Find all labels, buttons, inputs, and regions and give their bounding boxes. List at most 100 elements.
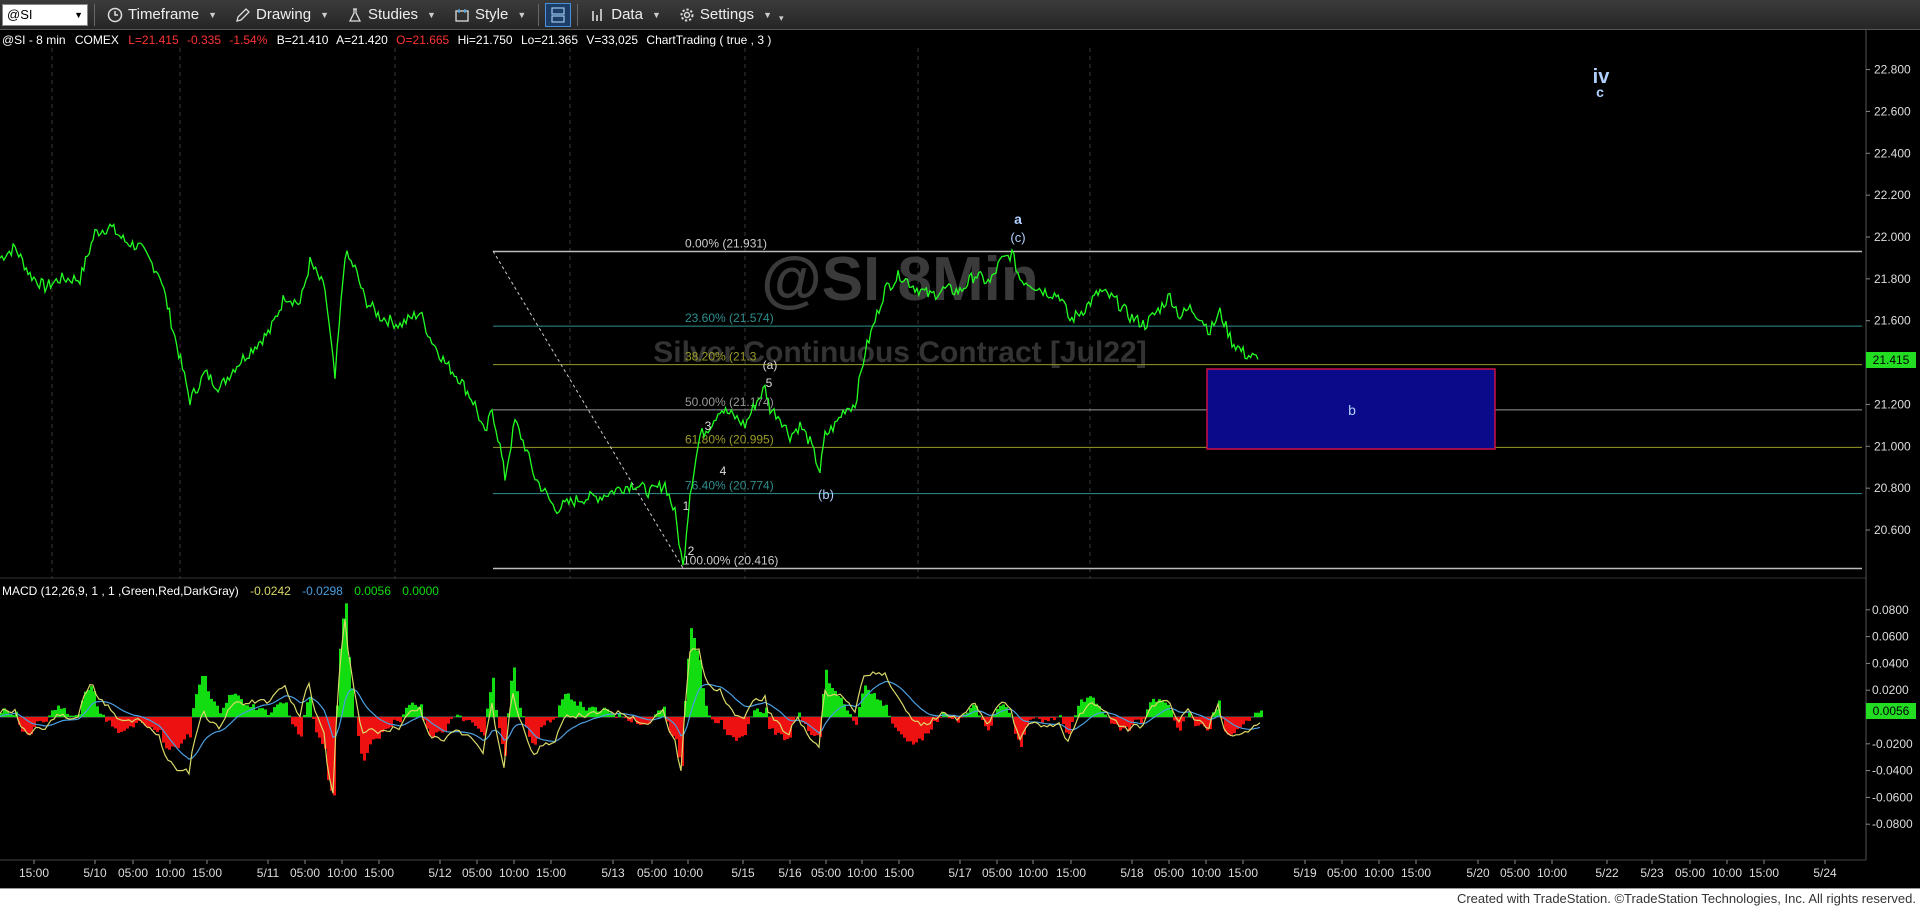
macd-hist-bar	[690, 628, 693, 717]
wave-label-a-paren: (a)	[763, 358, 778, 372]
symbol-selector[interactable]: @SI ▼	[2, 4, 88, 26]
macd-hist-bar	[228, 695, 231, 717]
macd-hist-bar	[201, 676, 204, 717]
wave-label-5: 5	[766, 376, 773, 390]
price-axis-label: 20.600	[1874, 523, 1911, 537]
studies-button[interactable]: Studies ▼	[341, 3, 442, 27]
macd-hist-bar	[48, 715, 51, 717]
macd-hist-bar	[513, 667, 516, 717]
time-axis-label: 5/18	[1120, 866, 1144, 880]
macd-hist-bar	[1050, 717, 1053, 718]
time-axis-label: 5/10	[83, 866, 107, 880]
macd-hist-bar	[861, 693, 864, 717]
style-button[interactable]: Style ▼	[448, 3, 532, 27]
macd-hist-bar	[543, 717, 546, 725]
macd-hist-bar	[264, 709, 267, 717]
macd-hist-bar	[1041, 717, 1044, 722]
header-ask: A=21.420	[336, 33, 388, 47]
price-axis-label: 21.000	[1874, 439, 1911, 453]
time-axis-label: 10:00	[1191, 866, 1221, 880]
macd-hist-bar	[297, 717, 300, 734]
macd-hist-bar	[738, 717, 741, 738]
macd-hist-bar	[720, 717, 723, 720]
time-axis-label: 15:00	[192, 866, 222, 880]
data-button[interactable]: Data ▼	[584, 3, 667, 27]
macd-hist-bar	[759, 712, 762, 717]
macd-hist-bar	[852, 717, 855, 721]
macd-hist-bar	[678, 717, 681, 757]
macd-axis-label: 0.0800	[1872, 603, 1909, 617]
macd-hist-bar	[177, 717, 180, 748]
time-axis-label: 05:00	[1500, 866, 1530, 880]
time-axis-label: 15:00	[1056, 866, 1086, 880]
header-low: Lo=21.365	[521, 33, 578, 47]
macd-hist-bar	[216, 706, 219, 717]
macd-hist-bar	[1044, 717, 1047, 720]
time-axis-label: 15:00	[19, 866, 49, 880]
toolbar-separator	[577, 4, 578, 26]
macd-hist-bar	[93, 691, 96, 717]
macd-hist-bar	[645, 717, 648, 724]
macd-hist-bar	[429, 717, 432, 736]
macd-hist-bar	[1254, 713, 1257, 717]
caret-down-icon: ▼	[652, 10, 661, 20]
macd-hist-bar	[708, 715, 711, 717]
macd-hist-bar	[549, 717, 552, 722]
chart-area[interactable]: @SI - 8 min COMEX L=21.415 -0.335 -1.54%…	[0, 30, 1920, 888]
macd-hist-bar	[105, 717, 108, 722]
macd-hist-bar	[879, 700, 882, 717]
macd-hist-bar	[1137, 717, 1140, 720]
time-axis-label: 10:00	[673, 866, 703, 880]
wave-label-4: 4	[720, 464, 727, 478]
macd-hist-bar	[1062, 717, 1065, 724]
macd-hist-bar	[474, 717, 477, 726]
macd-hist-bar	[174, 717, 177, 747]
settings-button[interactable]: Settings ▼ ▾	[673, 3, 790, 27]
macd-hist-bar	[213, 701, 216, 717]
macd-pane[interactable]	[0, 579, 1866, 887]
fib-level-label: 76.40% (20.774)	[685, 479, 774, 493]
macd-hist-bar	[891, 717, 894, 724]
time-axis-label: 15:00	[536, 866, 566, 880]
macd-hist-bar	[702, 688, 705, 717]
macd-hist-bar	[1089, 696, 1092, 717]
macd-hist-bar	[189, 717, 192, 737]
header-charttrading: ChartTrading ( true , 3 )	[646, 33, 771, 47]
macd-hist-bar	[750, 716, 753, 717]
macd-axis-label: 0.0200	[1872, 683, 1909, 697]
timeframe-label: Timeframe	[128, 6, 199, 23]
macd-hist-bar	[375, 717, 378, 739]
drawing-button[interactable]: Drawing ▼	[229, 3, 335, 27]
macd-hist-bar	[672, 717, 675, 736]
price-axis-label: 22.000	[1874, 230, 1911, 244]
time-axis-label: 05:00	[982, 866, 1012, 880]
macd-hist-bar	[393, 717, 396, 720]
macd-hist-bar	[180, 717, 183, 744]
macd-hist-bar	[1059, 715, 1062, 717]
macd-hist-bar	[1104, 715, 1107, 717]
macd-hist-bar	[768, 717, 771, 729]
macd-hist-bar	[876, 699, 879, 717]
macd-hist-bar	[237, 695, 240, 717]
macd-hist-bar	[1197, 717, 1200, 726]
macd-hist-bar	[183, 717, 186, 739]
layout-toggle-icon[interactable]	[545, 3, 571, 27]
macd-hist-bar	[258, 708, 261, 717]
macd-axis-label: -0.0200	[1872, 737, 1913, 751]
macd-hist-bar	[558, 705, 561, 717]
pencil-icon	[235, 7, 251, 23]
macd-hist-bar	[723, 717, 726, 729]
macd-hist-bar	[1242, 717, 1245, 724]
wave-label-a: a	[1014, 211, 1022, 227]
fib-level-label: 0.00% (21.931)	[685, 236, 767, 250]
macd-hist-bar	[855, 717, 858, 725]
time-axis-label: 10:00	[327, 866, 357, 880]
last-price-tag-text: 21.415	[1873, 353, 1910, 367]
macd-hist-bar	[858, 707, 861, 717]
time-axis-label: 10:00	[1712, 866, 1742, 880]
macd-hist-bar	[219, 713, 222, 717]
time-axis-label: 5/15	[731, 866, 755, 880]
macd-hist-bar	[123, 717, 126, 731]
timeframe-button[interactable]: Timeframe ▼	[101, 3, 223, 27]
fib-level-label: 23.60% (21.574)	[685, 311, 774, 325]
